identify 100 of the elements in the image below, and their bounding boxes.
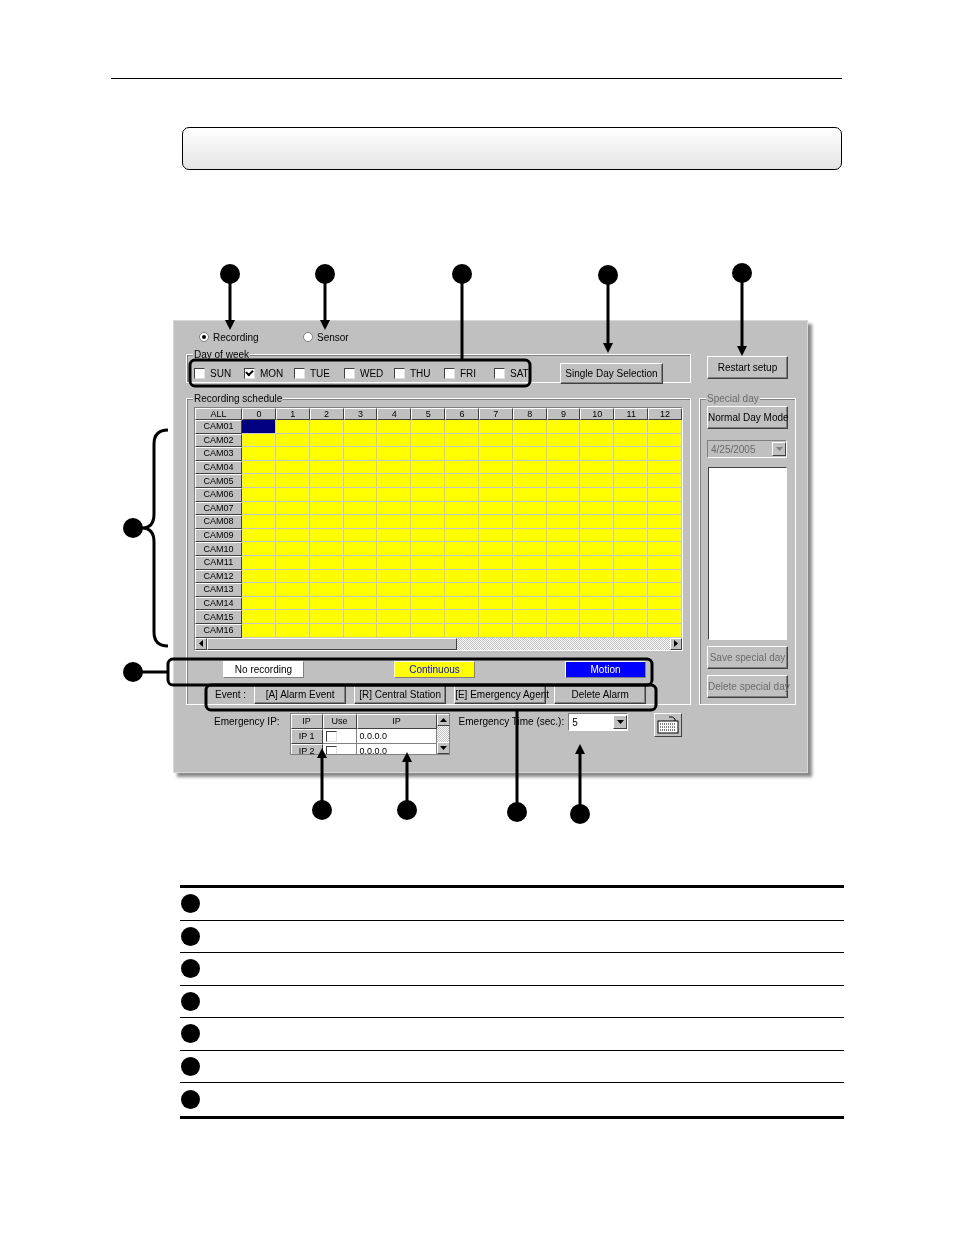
- schedule-cell[interactable]: [377, 583, 412, 597]
- row-header[interactable]: CAM03: [195, 447, 242, 461]
- schedule-cell[interactable]: [377, 420, 412, 434]
- dropdown-arrow-icon[interactable]: [616, 720, 624, 724]
- column-header[interactable]: 3: [343, 408, 378, 420]
- schedule-cell[interactable]: [580, 447, 615, 461]
- column-header[interactable]: 9: [546, 408, 581, 420]
- schedule-cell[interactable]: [411, 542, 446, 556]
- row-header[interactable]: CAM05: [195, 474, 242, 488]
- special-day-list[interactable]: [708, 467, 787, 640]
- schedule-cell[interactable]: [614, 447, 649, 461]
- column-header[interactable]: 8: [512, 408, 547, 420]
- schedule-cell[interactable]: [242, 515, 276, 529]
- checkbox[interactable]: [244, 367, 255, 379]
- schedule-cell[interactable]: [309, 583, 344, 597]
- schedule-cell[interactable]: [580, 610, 615, 624]
- checkbox[interactable]: [194, 367, 205, 379]
- schedule-cell[interactable]: [478, 583, 513, 597]
- schedule-cell[interactable]: [411, 583, 446, 597]
- schedule-cell[interactable]: [242, 610, 276, 624]
- schedule-cell[interactable]: [411, 474, 446, 488]
- schedule-cell[interactable]: [377, 515, 412, 529]
- schedule-cell[interactable]: [512, 420, 547, 434]
- schedule-cell[interactable]: [242, 474, 276, 488]
- column-header[interactable]: 0: [242, 408, 276, 420]
- schedule-cell[interactable]: [411, 420, 446, 434]
- column-header[interactable]: 11: [614, 408, 649, 420]
- schedule-cell[interactable]: [242, 447, 276, 461]
- schedule-cell[interactable]: [478, 474, 513, 488]
- schedule-cell[interactable]: [309, 515, 344, 529]
- schedule-cell[interactable]: [512, 515, 547, 529]
- schedule-cell[interactable]: [580, 583, 615, 597]
- schedule-cell[interactable]: [580, 515, 615, 529]
- schedule-cell[interactable]: [309, 610, 344, 624]
- schedule-cell[interactable]: [445, 474, 479, 488]
- schedule-cell[interactable]: [580, 542, 615, 556]
- schedule-cell[interactable]: [648, 542, 682, 556]
- schedule-cell[interactable]: [648, 447, 682, 461]
- schedule-cell[interactable]: [512, 474, 547, 488]
- schedule-cell[interactable]: [512, 542, 547, 556]
- row-header[interactable]: CAM01: [195, 420, 242, 434]
- row-header[interactable]: CAM15: [195, 610, 242, 624]
- radio-button[interactable]: [199, 332, 209, 342]
- down-arrow-icon[interactable]: [440, 746, 448, 750]
- schedule-cell[interactable]: [614, 474, 649, 488]
- schedule-cell[interactable]: [343, 583, 378, 597]
- column-header[interactable]: 2: [309, 408, 344, 420]
- schedule-cell[interactable]: [648, 583, 682, 597]
- schedule-cell[interactable]: [445, 420, 479, 434]
- schedule-cell[interactable]: [614, 420, 649, 434]
- schedule-cell[interactable]: [614, 542, 649, 556]
- single-day-button[interactable]: Single Day Selection: [560, 362, 663, 384]
- restart-button[interactable]: Restart setup: [707, 356, 788, 379]
- schedule-cell[interactable]: [343, 515, 378, 529]
- schedule-cell[interactable]: [546, 515, 581, 529]
- schedule-cell[interactable]: [478, 447, 513, 461]
- schedule-cell[interactable]: [377, 542, 412, 556]
- schedule-cell[interactable]: [242, 542, 276, 556]
- ip-cell[interactable]: 0.0.0.0: [356, 729, 437, 744]
- emergency-time-field[interactable]: 5: [568, 713, 629, 731]
- schedule-cell[interactable]: [445, 515, 479, 529]
- schedule-cell[interactable]: [309, 542, 344, 556]
- ip-cell[interactable]: 0.0.0.0: [356, 744, 437, 754]
- schedule-cell[interactable]: [343, 474, 378, 488]
- column-header[interactable]: 6: [445, 408, 479, 420]
- schedule-cell[interactable]: [478, 515, 513, 529]
- schedule-cell[interactable]: [445, 542, 479, 556]
- column-header[interactable]: 7: [478, 408, 513, 420]
- schedule-cell[interactable]: [478, 420, 513, 434]
- schedule-cell[interactable]: [377, 610, 412, 624]
- schedule-cell[interactable]: [275, 583, 310, 597]
- schedule-cell[interactable]: [275, 542, 310, 556]
- row-header[interactable]: CAM13: [195, 583, 242, 597]
- column-header[interactable]: 12: [648, 408, 682, 420]
- schedule-cell[interactable]: [242, 583, 276, 597]
- column-header[interactable]: ALL: [195, 408, 242, 420]
- schedule-cell[interactable]: [546, 447, 581, 461]
- checkbox[interactable]: [325, 730, 337, 742]
- schedule-cell[interactable]: [614, 610, 649, 624]
- column-header[interactable]: 1: [275, 408, 310, 420]
- schedule-cell[interactable]: [275, 420, 310, 434]
- right-arrow-icon[interactable]: [674, 640, 678, 647]
- schedule-cell[interactable]: [546, 610, 581, 624]
- schedule-cell[interactable]: [614, 515, 649, 529]
- radio-button[interactable]: [303, 332, 313, 342]
- schedule-cell[interactable]: [648, 515, 682, 529]
- schedule-cell[interactable]: [546, 474, 581, 488]
- schedule-cell[interactable]: [580, 474, 615, 488]
- schedule-cell[interactable]: [445, 447, 479, 461]
- schedule-cell[interactable]: [512, 610, 547, 624]
- schedule-cell[interactable]: [546, 583, 581, 597]
- row-header[interactable]: CAM08: [195, 515, 242, 529]
- checkbox[interactable]: [494, 367, 505, 379]
- schedule-cell[interactable]: [512, 583, 547, 597]
- column-header[interactable]: 5: [411, 408, 446, 420]
- schedule-cell[interactable]: [478, 542, 513, 556]
- keyboard-button[interactable]: [654, 713, 683, 737]
- schedule-cell[interactable]: [648, 474, 682, 488]
- schedule-cell[interactable]: [343, 447, 378, 461]
- schedule-cell[interactable]: [309, 474, 344, 488]
